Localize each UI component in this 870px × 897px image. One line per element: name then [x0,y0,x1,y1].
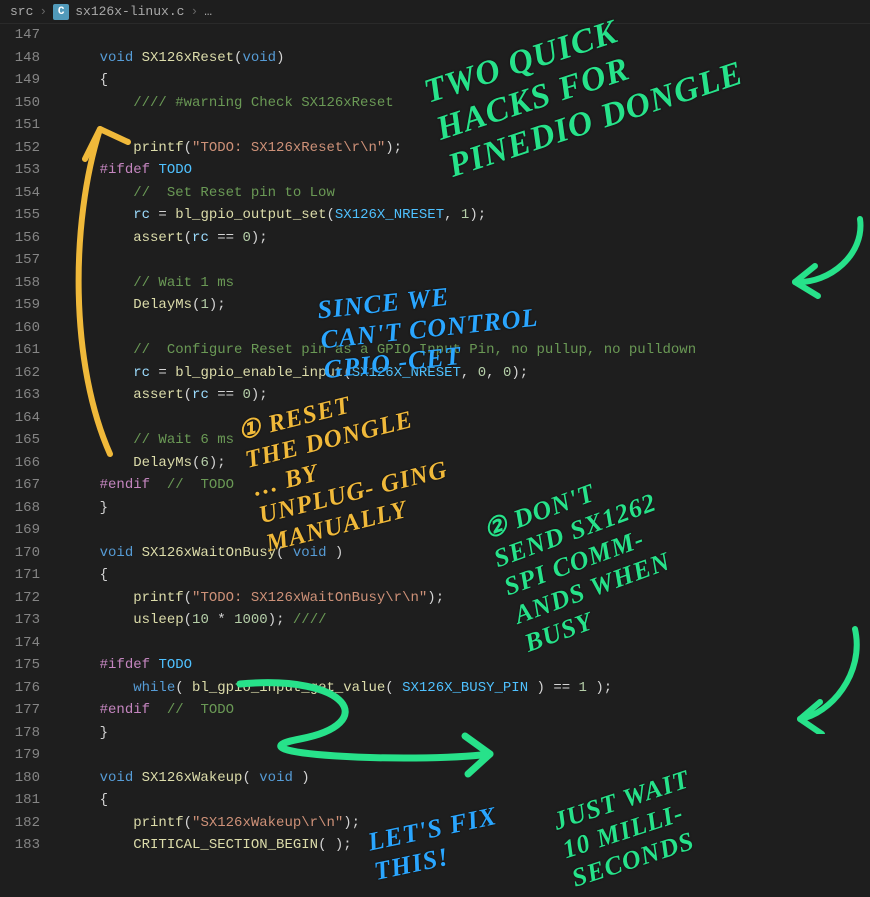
code-line[interactable] [56,249,870,272]
line-number: 155 [0,204,40,227]
code-line[interactable]: #ifdef TODO [56,159,870,182]
line-number: 177 [0,699,40,722]
line-number: 182 [0,812,40,835]
line-number: 147 [0,24,40,47]
code-line[interactable]: { [56,69,870,92]
breadcrumb[interactable]: src › C sx126x-linux.c › … [0,0,870,24]
line-number: 178 [0,722,40,745]
breadcrumb-folder[interactable]: src [10,4,33,19]
line-number: 174 [0,632,40,655]
code-line[interactable]: // Wait 6 ms [56,429,870,452]
line-number: 180 [0,767,40,790]
code-line[interactable]: assert(rc == 0); [56,384,870,407]
line-number-gutter: 1471481491501511521531541551561571581591… [0,24,56,897]
line-number: 149 [0,69,40,92]
code-line[interactable]: } [56,497,870,520]
code-line[interactable]: void SX126xWakeup( void ) [56,767,870,790]
line-number: 160 [0,317,40,340]
line-number: 166 [0,452,40,475]
code-line[interactable]: #endif // TODO [56,474,870,497]
line-number: 171 [0,564,40,587]
code-line[interactable]: } [56,722,870,745]
line-number: 150 [0,92,40,115]
line-number: 170 [0,542,40,565]
line-number: 172 [0,587,40,610]
breadcrumb-more[interactable]: … [204,4,212,19]
line-number: 163 [0,384,40,407]
code-editor[interactable]: 1471481491501511521531541551561571581591… [0,24,870,897]
code-line[interactable]: DelayMs(1); [56,294,870,317]
code-line[interactable] [56,632,870,655]
code-line[interactable] [56,407,870,430]
code-line[interactable]: { [56,564,870,587]
line-number: 167 [0,474,40,497]
line-number: 161 [0,339,40,362]
code-line[interactable]: void SX126xReset(void) [56,47,870,70]
code-line[interactable] [56,114,870,137]
line-number: 154 [0,182,40,205]
line-number: 183 [0,834,40,857]
line-number: 158 [0,272,40,295]
code-content[interactable]: void SX126xReset(void) { //// #warning C… [56,24,870,897]
code-line[interactable]: { [56,789,870,812]
line-number: 176 [0,677,40,700]
code-line[interactable]: #ifdef TODO [56,654,870,677]
code-line[interactable]: printf("SX126xWakeup\r\n"); [56,812,870,835]
code-line[interactable] [56,519,870,542]
line-number: 162 [0,362,40,385]
line-number: 153 [0,159,40,182]
code-line[interactable]: // Set Reset pin to Low [56,182,870,205]
code-line[interactable] [56,24,870,47]
code-line[interactable]: usleep(10 * 1000); //// [56,609,870,632]
line-number: 181 [0,789,40,812]
line-number: 168 [0,497,40,520]
c-file-icon: C [53,4,69,20]
code-line[interactable]: CRITICAL_SECTION_BEGIN( ); [56,834,870,857]
code-line[interactable]: rc = bl_gpio_enable_input(SX126X_NRESET,… [56,362,870,385]
line-number: 151 [0,114,40,137]
code-line[interactable]: //// #warning Check SX126xReset [56,92,870,115]
chevron-right-icon: › [190,4,198,19]
code-line[interactable]: rc = bl_gpio_output_set(SX126X_NRESET, 1… [56,204,870,227]
code-line[interactable]: assert(rc == 0); [56,227,870,250]
line-number: 173 [0,609,40,632]
line-number: 156 [0,227,40,250]
line-number: 157 [0,249,40,272]
code-line[interactable]: printf("TODO: SX126xWaitOnBusy\r\n"); [56,587,870,610]
code-line[interactable]: while( bl_gpio_input_get_value( SX126X_B… [56,677,870,700]
code-line[interactable]: #endif // TODO [56,699,870,722]
chevron-right-icon: › [39,4,47,19]
code-line[interactable]: void SX126xWaitOnBusy( void ) [56,542,870,565]
code-line[interactable]: // Configure Reset pin as a GPIO Input P… [56,339,870,362]
line-number: 152 [0,137,40,160]
line-number: 169 [0,519,40,542]
code-line[interactable] [56,317,870,340]
breadcrumb-file[interactable]: sx126x-linux.c [75,4,184,19]
code-line[interactable]: // Wait 1 ms [56,272,870,295]
line-number: 165 [0,429,40,452]
code-line[interactable]: printf("TODO: SX126xReset\r\n"); [56,137,870,160]
code-line[interactable]: DelayMs(6); [56,452,870,475]
line-number: 175 [0,654,40,677]
line-number: 179 [0,744,40,767]
line-number: 148 [0,47,40,70]
line-number: 164 [0,407,40,430]
code-line[interactable] [56,744,870,767]
line-number: 159 [0,294,40,317]
